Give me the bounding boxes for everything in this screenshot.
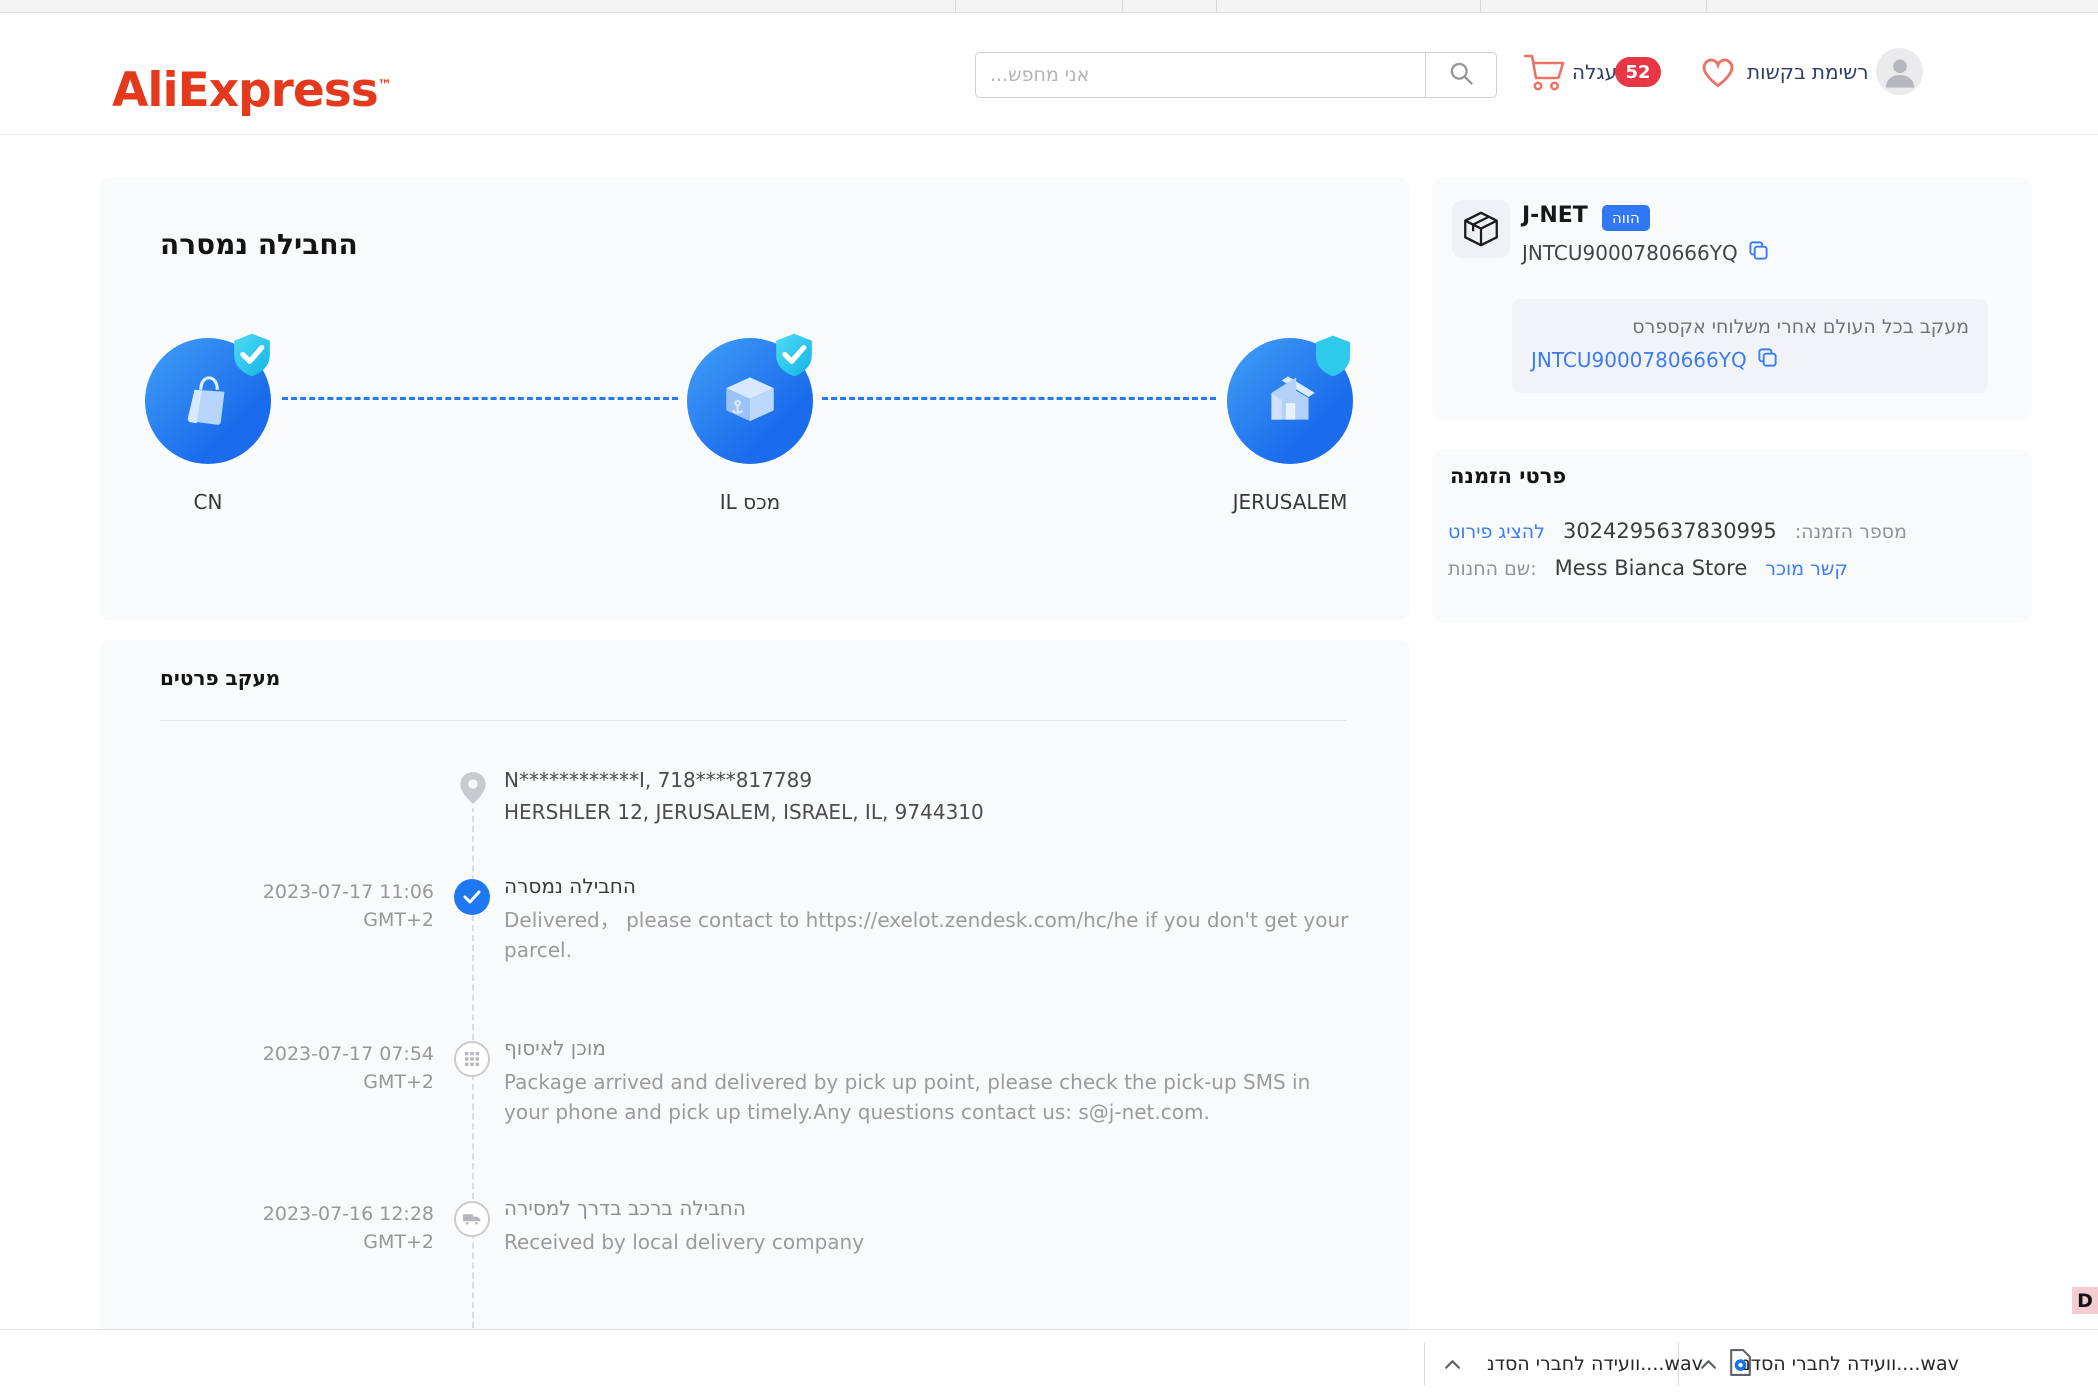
cart-label[interactable]: עגלה: [1572, 60, 1617, 84]
check-circle-icon: [454, 879, 490, 915]
tab-divider: [1480, 0, 1481, 12]
shipment-status-title: החבילה נמסרה: [160, 228, 358, 261]
person-icon: [1880, 51, 1920, 95]
site-header: AliExpress™ עגלה 52: [0, 13, 2098, 135]
event-title: החבילה ברכב בדרך למסירה: [504, 1196, 864, 1220]
d-extension-badge[interactable]: D: [2072, 1287, 2098, 1314]
order-details-title: פרטי הזמנה: [1450, 464, 1566, 488]
heart-icon: [1698, 75, 1738, 94]
banner-text: מעקב בכל העולם אחרי משלוחי אקספרס: [1531, 316, 1969, 338]
tracking-details-title: מעקב פרטים: [160, 666, 280, 690]
search-button[interactable]: [1425, 53, 1496, 97]
copy-icon[interactable]: [1757, 347, 1778, 372]
carrier-status-badge: הווה: [1602, 205, 1650, 231]
download-item[interactable]: וועידה לחברי הסדנ....wav: [1700, 1336, 2098, 1392]
downloads-bar: וועידה לחברי הסדנ....wav וועידה לחברי הס…: [0, 1329, 2098, 1396]
trademark-mark: ™: [378, 77, 391, 93]
location-pin-icon: [455, 768, 491, 808]
route-node-label: CN: [148, 490, 268, 514]
tracking-details-card: [100, 640, 1410, 1396]
event-item: החבילה נמסרה Delivered， please contact t…: [504, 874, 1354, 965]
delivery-address: N************I, 718****817789 HERSHLER 1…: [504, 764, 984, 828]
event-description: Received by local delivery company: [504, 1227, 864, 1257]
store-name-label: שם החנות:: [1448, 558, 1537, 580]
wishlist-button[interactable]: [1698, 53, 1738, 94]
event-item: מוכן לאיסוף Package arrived and delivere…: [504, 1036, 1354, 1127]
event-timestamp: 2023-07-17 11:06 GMT+2: [220, 878, 434, 934]
copy-icon[interactable]: [1748, 240, 1769, 265]
browser-tabstrip: [0, 0, 2098, 13]
event-title: החבילה נמסרה: [504, 874, 1354, 898]
download-filename[interactable]: וועידה לחברי הסדנ....wav: [1743, 1353, 1959, 1375]
shield-check-icon: [773, 332, 815, 378]
banner-tracking-link[interactable]: JNTCU9000780666YQ: [1531, 348, 1747, 372]
view-details-link[interactable]: להציג פירוט: [1448, 521, 1545, 543]
tab-divider: [1216, 0, 1217, 12]
page: AliExpress™ עגלה 52: [0, 0, 2098, 1396]
event-title: מוכן לאיסוף: [504, 1036, 1354, 1060]
tab-divider: [955, 0, 956, 12]
global-tracking-banner: מעקב בכל העולם אחרי משלוחי אקספרס JNTCU9…: [1512, 299, 1988, 393]
tab-divider: [1706, 0, 1707, 12]
carrier-name: J-NET: [1522, 203, 1588, 228]
search-bar: [975, 52, 1497, 98]
package-icon: [1452, 200, 1510, 258]
order-number-value: 3024295637830995: [1563, 519, 1777, 543]
chevron-up-icon[interactable]: [1444, 1355, 1461, 1374]
event-item: החבילה ברכב בדרך למסירה Received by loca…: [504, 1196, 864, 1257]
store-name-value: Mess Bianca Store: [1555, 556, 1748, 580]
tab-divider: [1122, 0, 1123, 12]
route-node-label: JERUSALEM: [1210, 490, 1370, 514]
order-number-label: :מספר הזמנה: [1795, 521, 1907, 543]
divider: [1424, 1342, 1425, 1386]
delivery-truck-icon: [454, 1201, 490, 1237]
aliexpress-logo[interactable]: AliExpress™: [112, 63, 391, 118]
address-line: HERSHLER 12, JERUSALEM, ISRAEL, IL, 9744…: [504, 796, 984, 828]
wishlist-label[interactable]: רשימת בקשות: [1747, 60, 1869, 84]
shield-check-icon: [231, 332, 273, 378]
store-name-row: שם החנות: Mess Bianca Store קשר מוכר: [1448, 556, 1848, 580]
account-avatar[interactable]: [1876, 48, 1923, 95]
route-connector: [822, 397, 1216, 400]
contact-seller-link[interactable]: קשר מוכר: [1765, 558, 1848, 580]
chevron-up-icon[interactable]: [1700, 1355, 1717, 1374]
cart-button[interactable]: [1523, 51, 1567, 97]
event-timestamp: 2023-07-17 07:54 GMT+2: [220, 1040, 434, 1096]
divider: [160, 720, 1346, 721]
event-timestamp: 2023-07-16 12:28 GMT+2: [220, 1200, 434, 1256]
search-input[interactable]: [976, 53, 1425, 97]
event-description: Delivered， please contact to https://exe…: [504, 905, 1354, 965]
recipient-line: N************I, 718****817789: [504, 764, 984, 796]
cart-count-badge: 52: [1615, 57, 1661, 87]
search-icon: [1447, 59, 1475, 91]
event-description: Package arrived and delivered by pick up…: [504, 1067, 1354, 1127]
route-node-label: מכס IL: [690, 490, 810, 514]
shield-icon: [1313, 334, 1355, 380]
download-filename[interactable]: וועידה לחברי הסדנ....wav: [1487, 1353, 1703, 1375]
tracking-number: JNTCU9000780666YQ: [1522, 241, 1738, 265]
cart-icon: [1523, 78, 1567, 97]
pickup-locker-icon: [454, 1041, 490, 1077]
order-number-row: להציג פירוט 3024295637830995 :מספר הזמנה: [1448, 519, 1907, 543]
route-connector: [282, 397, 678, 400]
